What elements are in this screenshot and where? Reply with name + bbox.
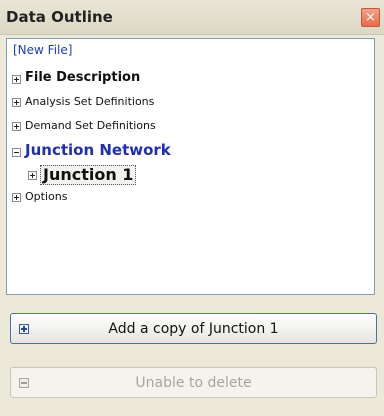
title-bar: Data Outline × — [0, 0, 384, 35]
outline-tree[interactable]: [New File] File Description Analysis Set… — [6, 38, 375, 295]
delete-button-label: Unable to delete — [135, 375, 252, 391]
close-icon: × — [365, 10, 376, 25]
add-copy-button[interactable]: Add a copy of Junction 1 — [10, 313, 377, 344]
data-outline-panel: Data Outline × [New File] File Descripti… — [0, 0, 384, 416]
tree-item-label: Demand Set Definitions — [25, 119, 156, 132]
tree-root-new-file[interactable]: [New File] — [13, 43, 72, 57]
tree-item-label-selected: Junction 1 — [40, 165, 137, 185]
panel-title: Data Outline — [6, 8, 113, 26]
expand-plus-icon[interactable] — [12, 75, 21, 84]
tree-item-label: File Description — [25, 70, 141, 85]
tree-item-label: Analysis Set Definitions — [25, 95, 155, 108]
tree-item-label: Junction Network — [25, 141, 171, 159]
expand-plus-icon[interactable] — [12, 98, 21, 107]
tree-item-label: Options — [25, 190, 68, 203]
expand-plus-icon[interactable] — [28, 171, 37, 180]
delete-button[interactable]: Unable to delete — [10, 367, 377, 398]
add-copy-button-label: Add a copy of Junction 1 — [108, 321, 279, 337]
close-button[interactable]: × — [361, 8, 380, 27]
collapse-minus-icon[interactable] — [12, 148, 21, 157]
expand-plus-icon[interactable] — [12, 122, 21, 131]
expand-plus-icon[interactable] — [12, 193, 21, 202]
